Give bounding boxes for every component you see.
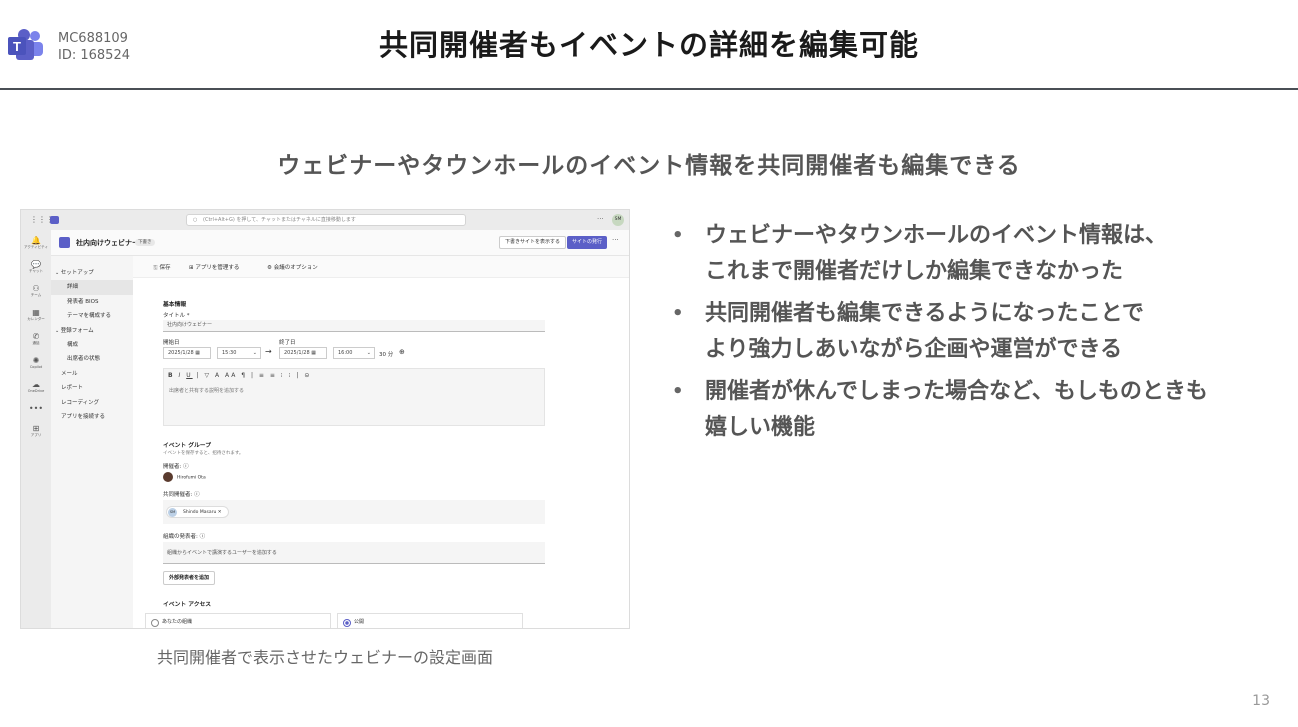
search-input[interactable]: (Ctrl+Alt+G) を押して、チャットまたはチャネルに直接移動します	[186, 214, 466, 226]
event-access-heading: イベント アクセス	[163, 602, 212, 608]
rail-onedrive[interactable]: ☁ OneDrive	[21, 380, 51, 394]
nav-attendee-status[interactable]: 出席者の状態	[51, 352, 133, 366]
teams-mini-logo-icon	[50, 216, 59, 224]
event-group-hint: イベントを保存すると、招待されます。	[163, 451, 244, 456]
nav-setup[interactable]: セットアップ	[51, 266, 133, 280]
avatar: SM	[168, 508, 177, 517]
organizer-label: 開催者: ⓘ	[163, 464, 189, 470]
chat-icon: 💬	[31, 260, 41, 269]
bullet-list: ウェビナーやタウンホールのイベント情報は、 これまで開催者だけしか編集できなかっ…	[672, 218, 1292, 452]
bell-icon: 🔔	[31, 236, 41, 245]
formatting-toolbar[interactable]: B I U | ▽ A AA ¶ | ≡ ≡ ⁝ ⁝ | ⊝	[168, 372, 311, 379]
slide-title: 共同開催者もイベントの詳細を編集可能	[378, 28, 919, 62]
teams-title-bar: ⋮⋮⋮ (Ctrl+Alt+G) を押して、チャットまたはチャネルに直接移動しま…	[21, 210, 629, 230]
publish-site-button[interactable]: サイトの発行	[567, 236, 608, 249]
close-icon: ✕	[217, 510, 222, 515]
organizer-person[interactable]: Hirofumi Ota	[163, 472, 206, 482]
timezone-icon[interactable]: ⊕	[399, 348, 405, 356]
more-icon: •••	[28, 404, 44, 413]
calendar-icon: ▦	[32, 308, 40, 317]
nav-report[interactable]: レポート	[51, 381, 133, 395]
draft-badge: 下書き	[135, 239, 155, 246]
start-date-label: 開始日	[163, 340, 180, 346]
more-options-icon[interactable]: ···	[612, 236, 619, 244]
slide-header: T MC688109 ID: 168524 共同開催者もイベントの詳細を編集可能	[0, 0, 1298, 90]
add-external-presenter-button[interactable]: 外部発表者を追加	[163, 571, 216, 585]
start-time-select[interactable]: 15:30 ⌄	[217, 347, 261, 359]
access-org-radio[interactable]: あなたの組織	[145, 613, 331, 628]
coorganizer-chip[interactable]: SM Shindo Masaru ✕	[166, 506, 229, 518]
coorganizer-label: 共同開催者: ⓘ	[163, 492, 200, 498]
chevron-down-icon: ⌄	[366, 350, 371, 356]
page-number: 13	[1252, 693, 1270, 709]
rail-activity[interactable]: 🔔 アクティビティ	[21, 236, 51, 250]
arrow-right-icon: →	[265, 347, 272, 356]
start-date-input[interactable]: 2025/1/28 ▦	[163, 347, 211, 359]
calendar-icon: ▦	[195, 350, 200, 356]
title-label: タイトル *	[163, 313, 190, 319]
coorganizer-field[interactable]: SM Shindo Masaru ✕	[163, 500, 545, 524]
apps-icon: ⊞	[32, 424, 40, 433]
rail-chat[interactable]: 💬 チャット	[21, 260, 51, 274]
webinar-header: 社内向けウェビナー 下書き 下書きサイトを表示する サイトの発行 ···	[51, 230, 629, 256]
slide-subtitle: ウェビナーやタウンホールのイベント情報を共同開催者も編集できる	[277, 153, 1021, 179]
rail-apps[interactable]: ⊞ アプリ	[21, 424, 51, 438]
presenter-label: 組織の発表者: ⓘ	[163, 534, 206, 540]
nav-registration[interactable]: 登録フォーム	[51, 324, 133, 338]
end-date-input[interactable]: 2025/1/28 ▦	[279, 347, 327, 359]
rail-teams[interactable]: ⚇ チーム	[21, 284, 51, 298]
calendar-icon: ▦	[311, 350, 316, 356]
webinar-icon	[59, 237, 70, 248]
nav-app-link[interactable]: アプリを接続する	[51, 410, 133, 424]
end-time-select[interactable]: 16:00 ⌄	[333, 347, 375, 359]
avatar	[163, 472, 173, 482]
nav-presenter-bios[interactable]: 発表者 BIOS	[51, 295, 133, 309]
app-rail: 🔔 アクティビティ 💬 チャット ⚇ チーム ▦ カレンダー ✆ 通話 ✺ Copilot …	[21, 230, 51, 628]
meeting-options-button[interactable]: ⚙ 会議のオプション	[267, 263, 318, 271]
nav-details[interactable]: 詳細	[51, 280, 133, 295]
description-editor[interactable]: B I U | ▽ A AA ¶ | ≡ ≡ ⁝ ⁝ | ⊝ 出席者と共有する説…	[163, 368, 545, 426]
access-public-radio[interactable]: 公開	[337, 613, 523, 628]
webinar-nav-list: セットアップ 詳細 発表者 BIOS テーマを構成する 登録フォーム 構成 出席…	[51, 266, 133, 424]
rail-calls[interactable]: ✆ 通話	[21, 332, 51, 346]
preview-draft-site-button[interactable]: 下書きサイトを表示する	[499, 236, 567, 249]
rail-calendar[interactable]: ▦ カレンダー	[21, 308, 51, 322]
bullet-item: 共同開催者も編集できるようになったことで より強力しあいながら企画や運営ができる	[672, 296, 1292, 368]
basic-info-heading: 基本情報	[163, 302, 187, 308]
nav-config[interactable]: 構成	[51, 338, 133, 352]
nav-theme[interactable]: テーマを構成する	[51, 309, 133, 323]
avatar[interactable]: SM	[612, 214, 624, 226]
more-icon[interactable]: ···	[597, 215, 604, 223]
duration-text: 30 分	[379, 352, 394, 358]
event-group-heading: イベント グループ	[163, 443, 212, 449]
copilot-icon: ✺	[32, 356, 40, 365]
description-placeholder: 出席者と共有する説明を追加する	[169, 388, 245, 394]
save-button[interactable]: 🖫 保存	[153, 263, 170, 273]
nav-recording[interactable]: レコーディング	[51, 396, 133, 410]
rail-more[interactable]: •••	[21, 404, 51, 413]
bullet-item: 開催者が休んでしまった場合など、もしものときも 嬉しい機能	[672, 374, 1292, 446]
webinar-title: 社内向けウェビナー	[76, 239, 139, 247]
screenshot-caption: 共同開催者で表示させたウェビナーの設定画面	[156, 648, 493, 667]
teams-icon: ⚇	[32, 284, 40, 293]
teams-webinar-screenshot: ⋮⋮⋮ (Ctrl+Alt+G) を押して、チャットまたはチャネルに直接移動しま…	[20, 209, 630, 629]
title-input[interactable]: 社内向けウェビナー	[163, 320, 545, 332]
presenter-input[interactable]: 組織からイベントで講演するユーザーを追加する	[163, 542, 545, 564]
end-date-label: 終了日	[279, 340, 296, 346]
details-toolbar: 🖫 保存 ⊞ アプリを管理する ⚙ 会議のオプション	[133, 256, 629, 278]
nav-email[interactable]: メール	[51, 367, 133, 381]
phone-icon: ✆	[32, 332, 40, 341]
bullet-item: ウェビナーやタウンホールのイベント情報は、 これまで開催者だけしか編集できなかっ…	[672, 218, 1292, 290]
chevron-down-icon: ⌄	[252, 350, 257, 356]
manage-apps-button[interactable]: ⊞ アプリを管理する	[189, 263, 239, 271]
onedrive-icon: ☁	[32, 380, 40, 389]
rail-copilot[interactable]: ✺ Copilot	[21, 356, 51, 370]
